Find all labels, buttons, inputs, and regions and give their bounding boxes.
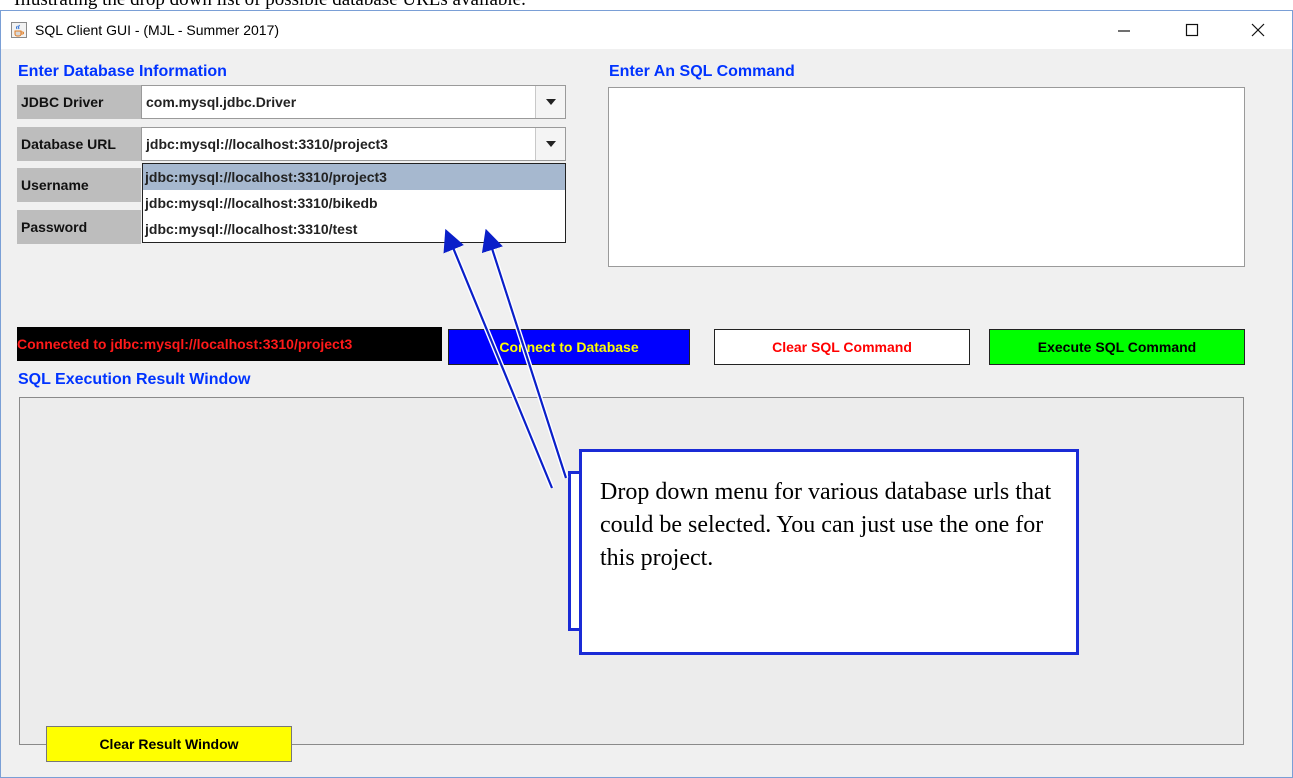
database-url-value: jdbc:mysql://localhost:3310/project3 [146,136,388,152]
document-text: Illustrating the drop down list of possi… [14,0,526,10]
document-text-strip: Illustrating the drop down list of possi… [0,0,1293,10]
database-url-dropdown: jdbc:mysql://localhost:3310/project3 jdb… [142,163,566,243]
jdbc-driver-label: JDBC Driver [17,85,141,119]
jdbc-driver-select[interactable]: com.mysql.jdbc.Driver [141,85,566,119]
close-button[interactable] [1235,11,1281,49]
annotation-text: Drop down menu for various database urls… [600,479,1052,571]
title-bar: SQL Client GUI - (MJL - Summer 2017) [1,11,1292,49]
database-url-label: Database URL [17,127,141,161]
annotation-callout: Drop down menu for various database urls… [579,449,1079,655]
dropdown-option-project3[interactable]: jdbc:mysql://localhost:3310/project3 [143,164,565,190]
password-label: Password [17,210,141,244]
chevron-down-icon[interactable] [535,86,565,118]
maximize-icon [1185,23,1199,37]
minimize-button[interactable] [1101,11,1147,49]
sql-command-title: Enter An SQL Command [609,63,795,80]
username-label: Username [17,168,141,202]
execute-sql-button[interactable]: Execute SQL Command [989,329,1245,365]
minimize-icon [1118,30,1130,32]
sql-command-input[interactable] [608,87,1245,267]
chevron-down-icon[interactable] [535,128,565,160]
dropdown-option-bikedb[interactable]: jdbc:mysql://localhost:3310/bikedb [143,190,565,216]
database-url-select[interactable]: jdbc:mysql://localhost:3310/project3 [141,127,566,161]
connection-status-label: Connected to jdbc:mysql://localhost:3310… [17,327,442,361]
window-title: SQL Client GUI - (MJL - Summer 2017) [35,22,280,38]
maximize-button[interactable] [1169,11,1215,49]
java-cup-icon [11,22,27,38]
sql-client-window: SQL Client GUI - (MJL - Summer 2017) Ent… [0,10,1293,778]
db-info-title: Enter Database Information [18,63,227,80]
connect-button[interactable]: Connect to Database [448,329,690,365]
close-icon [1251,23,1265,37]
clear-sql-button[interactable]: Clear SQL Command [714,329,970,365]
jdbc-driver-value: com.mysql.jdbc.Driver [146,94,297,110]
result-window-title: SQL Execution Result Window [18,371,251,388]
dropdown-option-test[interactable]: jdbc:mysql://localhost:3310/test [143,216,565,242]
clear-result-button[interactable]: Clear Result Window [46,726,292,762]
